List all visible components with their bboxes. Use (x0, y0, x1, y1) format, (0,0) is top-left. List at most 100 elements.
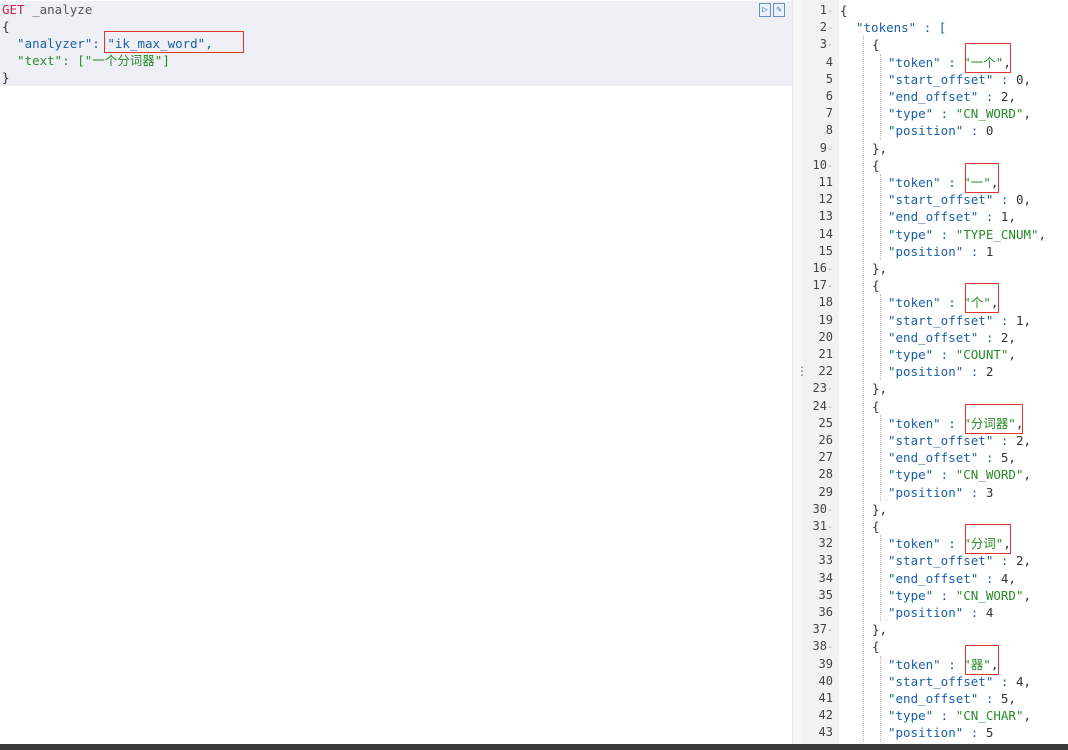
token-close-brace[interactable]: }, (872, 380, 887, 397)
end-offset-line[interactable]: "end_offset" : 1, (888, 208, 1016, 225)
start-offset-line[interactable]: "start_offset" : 1, (888, 312, 1031, 329)
request-body-line-text[interactable]: "text": ["一个分词器"] (2, 52, 170, 69)
start-offset-line[interactable]: "start_offset" : 2, (888, 432, 1031, 449)
start-offset-line[interactable]: "start_offset" : 2, (888, 552, 1031, 569)
indent-guide (880, 294, 881, 381)
line-number: 15 (818, 243, 833, 258)
request-line[interactable]: GET _analyze (2, 1, 92, 18)
indent-guide (863, 36, 864, 742)
fold-toggle-icon[interactable]: - (827, 23, 833, 34)
line-number: 29 (818, 484, 833, 499)
wrench-icon[interactable]: ✎ (773, 3, 785, 17)
fold-toggle-icon[interactable]: - (827, 625, 833, 636)
position-line[interactable]: "position" : 4 (888, 604, 993, 621)
line-number: 28 (818, 467, 833, 482)
line-number: 26 (818, 433, 833, 447)
token-open-brace[interactable]: { (872, 157, 880, 174)
fold-toggle-icon[interactable]: - (827, 264, 833, 275)
fold-toggle-icon[interactable]: - (827, 384, 833, 395)
token-close-brace[interactable]: }, (872, 260, 887, 277)
fold-toggle-icon[interactable]: - (827, 6, 833, 17)
line-number: 16- (812, 261, 833, 275)
position-line[interactable]: "position" : 3 (888, 484, 993, 501)
token-close-brace[interactable]: }, (872, 621, 887, 638)
line-number: 25 (818, 415, 833, 430)
line-number: 1- (819, 3, 833, 17)
indent-guide (880, 535, 881, 622)
position-line[interactable]: "position" : 1 (888, 243, 993, 260)
line-number: 5 (825, 71, 833, 86)
indent-guide (880, 655, 881, 742)
fold-toggle-icon[interactable]: - (827, 402, 833, 413)
token-highlight-box (965, 283, 999, 314)
line-number: 31- (812, 519, 833, 533)
line-number: 11 (818, 175, 833, 189)
end-offset-line[interactable]: "end_offset" : 4, (888, 570, 1016, 587)
end-offset-line[interactable]: "end_offset" : 5, (888, 690, 1016, 707)
end-offset-line[interactable]: "end_offset" : 2, (888, 329, 1016, 346)
line-number: 3- (819, 37, 833, 52)
request-body-line[interactable]: } (2, 69, 10, 86)
position-value: 1 (985, 243, 994, 259)
token-open-brace[interactable]: { (872, 398, 880, 415)
line-number: 22 (818, 364, 833, 379)
type-value: "COUNT" (955, 347, 1009, 362)
token-open-brace[interactable]: { (872, 277, 880, 294)
token-close-brace[interactable]: }, (872, 140, 887, 157)
type-line[interactable]: "type" : "CN_WORD", (888, 105, 1031, 122)
request-path: _analyze (24, 2, 93, 17)
fold-toggle-icon[interactable]: - (827, 505, 833, 516)
token-highlight-box (965, 403, 1023, 434)
type-line[interactable]: "type" : "CN_WORD", (888, 466, 1031, 483)
line-number: 7 (825, 106, 833, 121)
json-open-brace[interactable]: { (840, 2, 848, 19)
type-line[interactable]: "type" : "COUNT", (888, 346, 1016, 363)
line-number: 21 (818, 347, 833, 361)
position-line[interactable]: "position" : 2 (888, 363, 993, 380)
start-offset-line[interactable]: "start_offset" : 4, (888, 673, 1031, 690)
token-open-brace[interactable]: { (872, 36, 880, 53)
request-actions: ▷ ✎ (759, 3, 785, 17)
line-number: 17- (812, 278, 833, 293)
tokens-array-line[interactable]: "tokens" : [ (856, 19, 946, 36)
position-value: 3 (985, 484, 994, 500)
request-body-line[interactable]: { (2, 18, 10, 35)
end-offset-line[interactable]: "end_offset" : 2, (888, 88, 1016, 105)
line-number: 30- (812, 501, 833, 516)
fold-toggle-icon[interactable]: - (827, 40, 833, 51)
fold-toggle-icon[interactable]: - (827, 144, 833, 155)
line-number: 14 (818, 226, 833, 241)
line-number: 34 (818, 570, 833, 585)
line-number: 12 (818, 192, 833, 207)
fold-toggle-icon[interactable]: - (827, 281, 833, 292)
line-number: 40 (818, 673, 833, 688)
start-offset-line[interactable]: "start_offset" : 0, (888, 71, 1031, 88)
end-offset-line[interactable]: "end_offset" : 5, (888, 449, 1016, 466)
token-open-brace[interactable]: { (872, 518, 880, 535)
fold-toggle-icon[interactable]: - (827, 161, 833, 172)
token-close-brace[interactable]: }, (872, 501, 887, 518)
type-line[interactable]: "type" : "CN_WORD", (888, 587, 1031, 604)
fold-toggle-icon[interactable]: - (827, 642, 833, 653)
http-method: GET (2, 2, 25, 17)
token-open-brace[interactable]: { (872, 638, 880, 655)
type-line[interactable]: "type" : "TYPE_CNUM", (888, 226, 1046, 243)
start-offset-line[interactable]: "start_offset" : 0, (888, 191, 1031, 208)
line-number: 38- (812, 639, 833, 654)
position-line[interactable]: "position" : 0 (888, 122, 993, 139)
fold-toggle-icon[interactable]: - (827, 522, 833, 533)
request-editor[interactable]: GET _analyze { "analyzer": "ik_max_word"… (0, 0, 792, 744)
response-viewer[interactable]: 1- 2- 3- 4 5 6 7 8 9- 10- 11 12 13 14 15 16- 1… (803, 0, 1068, 744)
line-number: 8 (825, 123, 833, 138)
position-line[interactable]: "position" : 5 (888, 724, 993, 741)
indent-guide (880, 174, 881, 260)
status-bar (0, 744, 1068, 750)
token-key: "token" : (888, 656, 964, 672)
line-number-gutter: 1- 2- 3- 4 5 6 7 8 9- 10- 11 12 13 14 15 16- 1… (803, 0, 839, 744)
analyzer-highlight-box (104, 31, 244, 53)
play-icon[interactable]: ▷ (759, 3, 771, 17)
token-key: "token" : (888, 175, 964, 190)
type-line[interactable]: "type" : "CN_CHAR", (888, 707, 1031, 724)
line-number: 18 (818, 295, 833, 310)
line-number: 39 (818, 656, 833, 671)
